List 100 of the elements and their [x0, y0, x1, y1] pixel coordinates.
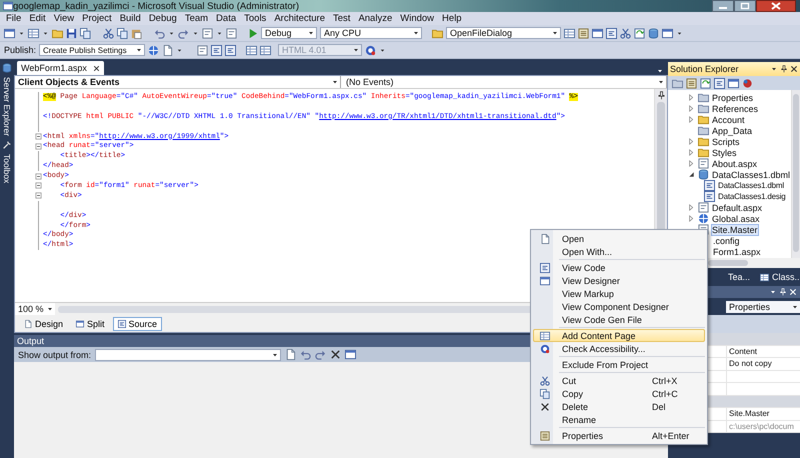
clear-icon[interactable]: [330, 349, 342, 360]
view-tab[interactable]: Source: [112, 316, 162, 330]
caret-icon[interactable]: [192, 30, 199, 36]
collapse-icon[interactable]: [34, 181, 42, 190]
caret-icon[interactable]: [168, 30, 175, 36]
tree-item[interactable]: References: [711, 104, 760, 114]
tree-item[interactable]: About.aspx: [711, 158, 758, 168]
tree-item[interactable]: Scripts: [711, 136, 741, 146]
configuration-dropdown[interactable]: Debug: [261, 27, 317, 39]
panel-tab[interactable]: Class...: [760, 272, 800, 282]
tree-item[interactable]: Account: [711, 114, 746, 124]
menu-item[interactable]: Add Content Page: [533, 329, 705, 342]
properties-icon[interactable]: [686, 78, 697, 88]
maximize-button[interactable]: [734, 0, 756, 12]
close-icon[interactable]: [92, 64, 100, 72]
tree-item[interactable]: Default.aspx: [711, 202, 764, 212]
document-tab[interactable]: WebForm1.aspx: [17, 61, 104, 75]
server-icon[interactable]: [2, 63, 12, 73]
panel-tab[interactable]: Tea...: [728, 272, 750, 282]
object-dropdown[interactable]: Properties: [726, 300, 800, 312]
previous-icon[interactable]: [300, 349, 312, 360]
platform-dropdown[interactable]: Any CPU: [320, 27, 422, 39]
expand-arrow-icon[interactable]: [687, 203, 696, 212]
menu-item[interactable]: Edit: [25, 13, 50, 24]
next-icon[interactable]: [315, 349, 326, 360]
publish-settings-dropdown[interactable]: Create Publish Settings: [39, 44, 146, 56]
menu-item[interactable]: View Markup: [533, 287, 705, 300]
close-button[interactable]: [756, 0, 796, 12]
side-tab[interactable]: Server Explorer: [2, 77, 12, 136]
tree-item[interactable]: DataClasses1.dbml: [711, 170, 791, 180]
tree-item[interactable]: App_Data: [711, 126, 754, 136]
caret-icon[interactable]: [379, 46, 386, 54]
minimize-button[interactable]: [712, 0, 734, 12]
window-icon[interactable]: [728, 78, 739, 88]
menu-item[interactable]: Build: [116, 13, 145, 24]
menu-item[interactable]: Project: [78, 13, 116, 24]
menu-item[interactable]: View Designer: [533, 274, 705, 287]
scrollbar-thumb[interactable]: [708, 260, 748, 266]
properties-icon[interactable]: [578, 28, 589, 38]
save-icon[interactable]: [66, 28, 77, 38]
caret-icon[interactable]: [676, 30, 683, 36]
menu-item[interactable]: Exclude From Project: [533, 358, 705, 371]
menu-item[interactable]: View: [50, 13, 78, 24]
copy-icon[interactable]: [117, 28, 128, 38]
expand-arrow-icon[interactable]: [687, 93, 696, 102]
menu-item[interactable]: Architecture: [270, 13, 329, 24]
object-dropdown[interactable]: Client Objects & Events: [15, 76, 341, 88]
menu-item[interactable]: Properties Alt+Enter: [533, 429, 705, 442]
code-icon[interactable]: [714, 78, 725, 88]
dropdown-icon[interactable]: [769, 288, 777, 296]
page-icon[interactable]: [197, 44, 208, 56]
menu-item[interactable]: Debug: [144, 13, 181, 24]
menu-item[interactable]: Open: [533, 232, 705, 245]
collapse-arrow-icon[interactable]: [687, 170, 696, 179]
tree-item[interactable]: Site.Master: [711, 224, 759, 236]
menu-item[interactable]: Open With...: [533, 245, 705, 258]
caret-icon[interactable]: [18, 30, 25, 36]
menu-item[interactable]: Team: [180, 13, 212, 24]
tree-item[interactable]: DataClasses1.desig: [717, 192, 787, 201]
view-tab[interactable]: Design: [19, 316, 68, 330]
zoom-dropdown[interactable]: 100 %: [15, 303, 55, 315]
menu-item[interactable]: View Code: [533, 261, 705, 274]
close-icon[interactable]: [790, 65, 798, 73]
diagram-icon[interactable]: [742, 78, 753, 88]
menu-item[interactable]: Rename: [533, 413, 705, 426]
window-icon[interactable]: [592, 28, 603, 38]
tree-item[interactable]: Form1.aspx: [712, 246, 762, 256]
cut-icon[interactable]: [103, 28, 114, 38]
menu-item[interactable]: Analyze: [354, 13, 396, 24]
collapse-icon[interactable]: [34, 172, 42, 181]
menu-item[interactable]: Check Accessibility...: [533, 342, 705, 355]
refresh-icon[interactable]: [700, 78, 711, 88]
expand-arrow-icon[interactable]: [687, 115, 696, 124]
tree-item[interactable]: Styles: [711, 148, 738, 158]
tree-item[interactable]: Global.asax: [711, 214, 761, 224]
accessibility-icon[interactable]: [365, 44, 376, 56]
pin-icon[interactable]: [780, 65, 788, 73]
expand-arrow-icon[interactable]: [687, 137, 696, 146]
collapse-icon[interactable]: [34, 142, 42, 151]
tree-item[interactable]: .config: [712, 236, 741, 246]
caret-icon[interactable]: [770, 65, 778, 73]
menu-item[interactable]: View Code Gen File: [533, 313, 705, 326]
tree-item[interactable]: Properties: [711, 92, 754, 102]
caret-icon[interactable]: [176, 46, 184, 54]
menu-item[interactable]: Test: [329, 13, 354, 24]
caret-icon[interactable]: [42, 30, 49, 36]
tree-item[interactable]: DataClasses1.dbml: [717, 181, 785, 190]
pin-icon[interactable]: [779, 288, 787, 296]
start-icon[interactable]: [247, 28, 258, 38]
caret-icon[interactable]: [216, 30, 223, 36]
scrollbar-thumb[interactable]: [793, 94, 799, 252]
wrench-icon[interactable]: [2, 140, 12, 150]
expand-arrow-icon[interactable]: [687, 104, 696, 113]
menu-item[interactable]: Data: [212, 13, 240, 24]
collapse-icon[interactable]: [34, 132, 42, 141]
menu-item[interactable]: View Component Designer: [533, 300, 705, 313]
expand-arrow-icon[interactable]: [687, 148, 696, 157]
menu-item[interactable]: Window: [396, 13, 438, 24]
window-icon[interactable]: [662, 28, 673, 38]
collapse-icon[interactable]: [34, 191, 42, 200]
